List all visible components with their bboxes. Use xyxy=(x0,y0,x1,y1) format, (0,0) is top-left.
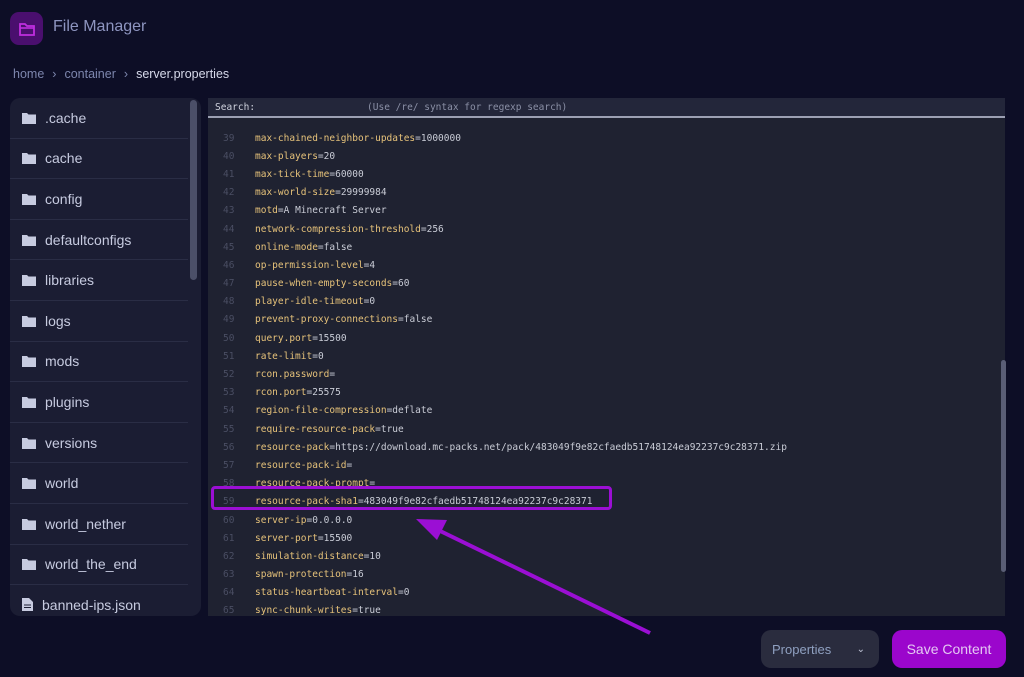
mode-select-value: Properties xyxy=(772,642,831,657)
chevron-down-icon: ⌄ xyxy=(857,644,865,655)
annotation-arrow-icon xyxy=(0,0,1024,677)
save-content-button[interactable]: Save Content xyxy=(892,630,1006,668)
mode-select[interactable]: Properties ⌄ xyxy=(761,630,879,668)
